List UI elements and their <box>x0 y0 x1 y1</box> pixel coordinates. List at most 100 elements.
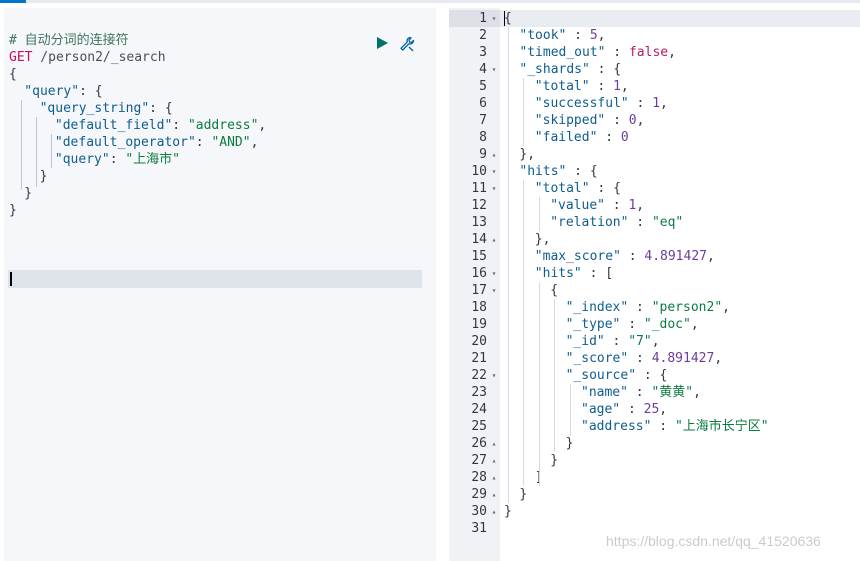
request-editor[interactable]: # 自动分词的连接符 GET /person2/_search {"query"… <box>4 8 436 561</box>
line-number: 2 <box>479 28 487 43</box>
code-token: "timed_out" <box>519 45 606 60</box>
line-number: 9 <box>479 147 487 162</box>
fold-close-icon[interactable]: ▴ <box>490 452 498 469</box>
line-number: 17 <box>471 283 487 298</box>
code-token: , <box>660 96 668 111</box>
line-number: 11 <box>471 181 487 196</box>
indent-guide <box>36 117 37 187</box>
code-token: "total" <box>534 181 590 196</box>
line-number: 3 <box>479 45 487 60</box>
indent-guide <box>538 197 540 231</box>
fold-open-icon[interactable]: ▾ <box>490 367 498 384</box>
code-token: "_type" <box>565 317 621 332</box>
code-token: 1 <box>613 79 621 94</box>
line-number: 20 <box>471 334 487 349</box>
response-viewer[interactable]: 1 ▾{2 "took" : 5, 3 "timed_out" : false, 4 ▾ "_… <box>449 8 860 561</box>
code-token: "address" <box>581 419 652 434</box>
response-code-line: "hits" : [ <box>535 265 613 282</box>
code-token: : <box>589 79 614 94</box>
fold-close-icon[interactable]: ▴ <box>490 146 498 163</box>
response-code-line: "age" : 25, <box>581 401 667 418</box>
response-code-line: } <box>550 452 558 469</box>
code-token: "relation" <box>550 215 629 230</box>
indent-guide <box>523 180 525 486</box>
code-token: 5 <box>589 28 598 43</box>
code-token: } <box>565 436 574 451</box>
code-token: : { <box>589 62 622 77</box>
line-number: 1 <box>479 11 487 26</box>
line-number: 26 <box>471 436 487 451</box>
request-code-line: "query": "上海市" <box>55 151 180 168</box>
line-number: 18 <box>471 300 487 315</box>
code-token: "_doc" <box>643 317 691 332</box>
fold-close-icon[interactable]: ▴ <box>490 435 498 452</box>
code-token: : <box>605 113 629 128</box>
code-token: } <box>39 169 48 184</box>
response-code-line: "hits" : { <box>519 163 597 180</box>
code-token: , <box>636 113 645 128</box>
line-number: 14 <box>471 232 487 247</box>
code-token: , <box>659 402 668 417</box>
code-token: "hits" <box>534 266 582 281</box>
request-code-line: "query_string": { <box>40 100 173 117</box>
response-code-line: "_score" : 4.891427, <box>566 350 723 367</box>
indent-guide <box>523 78 525 146</box>
line-number: 6 <box>479 96 487 111</box>
code-token: : <box>604 198 629 213</box>
request-code-line: "query": { <box>24 83 102 100</box>
code-token: "age" <box>581 402 621 417</box>
fold-close-icon[interactable]: ▴ <box>490 231 498 248</box>
code-token: "total" <box>534 79 590 94</box>
code-token: : <box>628 351 652 366</box>
fold-open-icon[interactable]: ▾ <box>490 163 498 180</box>
fold-open-icon[interactable]: ▾ <box>490 180 498 197</box>
wrench-icon[interactable] <box>399 36 415 52</box>
code-token: } <box>550 453 559 468</box>
text-cursor <box>10 272 12 286</box>
fold-open-icon[interactable]: ▾ <box>490 265 498 282</box>
fold-close-icon[interactable]: ▴ <box>490 469 498 486</box>
response-code-line: "skipped" : 0, <box>535 112 645 129</box>
code-token: : <box>620 402 644 417</box>
code-token: : [ <box>581 266 614 281</box>
code-token: : { <box>636 368 668 383</box>
code-token: "max_score" <box>534 249 621 264</box>
indent-guide <box>569 384 571 435</box>
line-number: 31 <box>471 521 487 536</box>
code-token: : { <box>79 84 103 99</box>
response-code-line: "failed" : 0 <box>535 129 629 146</box>
code-token: , <box>258 118 267 133</box>
line-number: 19 <box>471 317 487 332</box>
line-number: 4 <box>479 62 487 77</box>
play-icon[interactable] <box>374 35 390 51</box>
response-code-line: "timed_out" : false, <box>519 44 676 61</box>
fold-close-icon[interactable]: ▴ <box>490 503 498 520</box>
fold-open-icon[interactable]: ▾ <box>490 10 498 27</box>
response-code-line: "total" : 1, <box>535 78 629 95</box>
fold-close-icon[interactable]: ▴ <box>490 486 498 503</box>
request-line: GET /person2/_search <box>9 49 166 66</box>
response-code-line: "address" : "上海市长宁区" <box>581 418 769 435</box>
code-token: , <box>651 334 660 349</box>
code-token: "上海市长宁区" <box>674 419 769 434</box>
fold-open-icon[interactable]: ▾ <box>490 61 498 78</box>
code-token: } <box>24 186 33 201</box>
response-cursor <box>504 11 505 26</box>
code-token: : <box>627 385 652 400</box>
code-token: : <box>566 28 590 43</box>
line-number: 5 <box>479 79 487 94</box>
response-code-line: } <box>519 486 527 503</box>
code-token: "_score" <box>565 351 629 366</box>
fold-open-icon[interactable]: ▾ <box>490 282 498 299</box>
request-code-line: } <box>24 185 32 202</box>
code-token: "7" <box>628 334 652 349</box>
code-token: 25 <box>643 402 660 417</box>
code-token: , <box>636 198 645 213</box>
code-token: , <box>707 249 715 264</box>
response-code-line: "total" : { <box>535 180 621 197</box>
response-code-line: }, <box>535 231 551 248</box>
code-token: "query" <box>54 152 110 167</box>
line-number: 23 <box>471 385 487 400</box>
request-code-line: { <box>9 66 17 83</box>
active-line-highlight <box>8 270 422 288</box>
